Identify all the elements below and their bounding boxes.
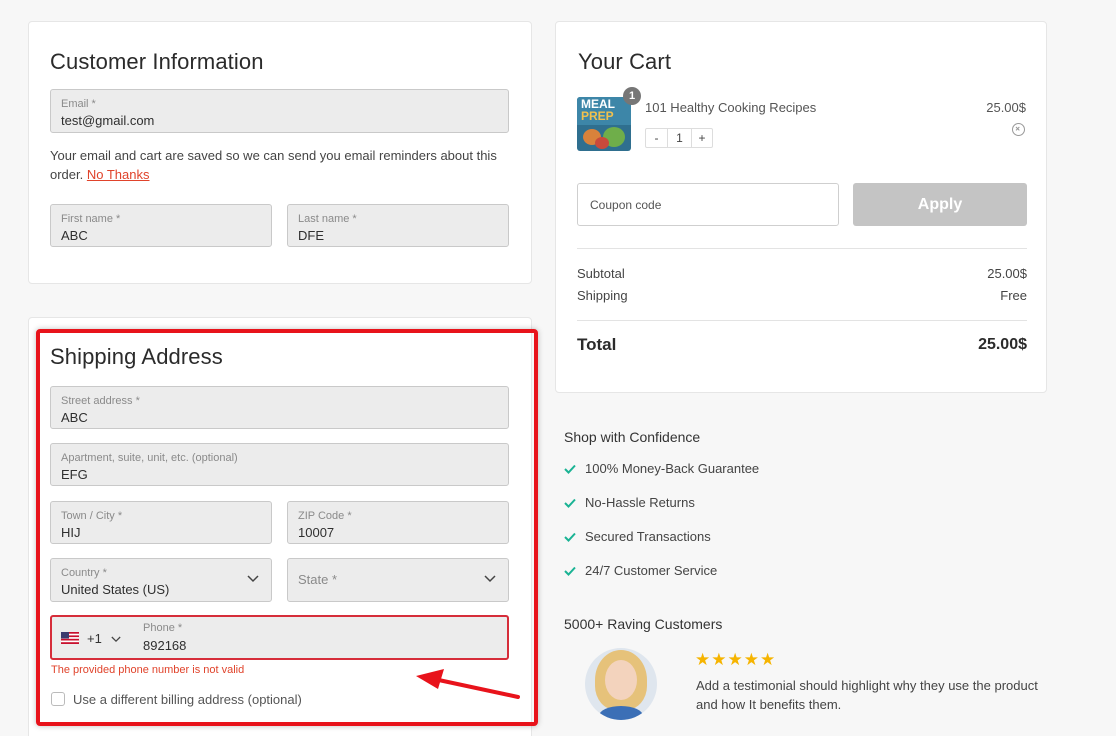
product-thumbnail: MEAL PREP [577, 97, 631, 151]
subtotal-label: Subtotal [577, 266, 625, 281]
last-name-field[interactable]: Last name * DFE [287, 204, 509, 247]
coupon-code-input[interactable]: Coupon code [577, 183, 839, 226]
last-name-label: Last name * [298, 213, 357, 225]
confidence-item: 24/7 Customer Service [585, 563, 718, 578]
remove-item-icon[interactable] [1012, 123, 1025, 136]
divider [577, 248, 1027, 249]
shipping-label: Shipping [577, 288, 628, 303]
email-reminder-note: Your email and cart are saved so we can … [50, 146, 510, 184]
quantity-value[interactable]: 1 [668, 129, 691, 147]
shipping-value: Free [1000, 288, 1027, 303]
email-label: Email * [61, 98, 96, 110]
confidence-item: No-Hassle Returns [585, 495, 695, 510]
testimonial-line: and how It benefits them. [696, 697, 842, 712]
red-arrow-annotation [416, 669, 520, 699]
confidence-item: Secured Transactions [585, 529, 711, 544]
apply-coupon-button[interactable]: Apply [853, 183, 1027, 226]
email-value: test@gmail.com [61, 113, 155, 128]
divider [577, 320, 1027, 321]
checkmark-icon [564, 532, 576, 542]
confidence-title: Shop with Confidence [564, 429, 701, 445]
first-name-field[interactable]: First name * ABC [50, 204, 272, 247]
no-thanks-link[interactable]: No Thanks [87, 167, 150, 182]
checkmark-icon [564, 566, 576, 576]
cart-item-price: 25.00$ [986, 100, 1026, 115]
quantity-stepper[interactable]: - 1 + [645, 128, 713, 148]
subtotal-value: 25.00$ [987, 266, 1027, 281]
first-name-value: ABC [61, 228, 88, 243]
rating-stars: ★★★★★ [695, 650, 777, 669]
quantity-decrease-button[interactable]: - [646, 129, 668, 147]
confidence-item: 100% Money-Back Guarantee [585, 461, 760, 476]
total-value: 25.00$ [978, 336, 1027, 353]
checkmark-icon [564, 464, 576, 474]
customer-information-title: Customer Information [50, 49, 264, 74]
reviews-title: 5000+ Raving Customers [564, 616, 723, 632]
cart-item-name: 101 Healthy Cooking Recipes [645, 100, 817, 115]
testimonial-text: Add a testimonial should highlight why t… [696, 676, 1046, 714]
cart-title: Your Cart [578, 49, 672, 74]
customer-avatar [585, 648, 657, 720]
testimonial-line: Add a testimonial should highlight why t… [696, 678, 1038, 693]
coupon-placeholder: Coupon code [590, 198, 662, 212]
cart-card: Your Cart MEAL PREP 1 101 Healthy Cookin… [555, 21, 1047, 393]
quantity-increase-button[interactable]: + [691, 129, 712, 147]
total-label: Total [577, 335, 617, 354]
first-name-label: First name * [61, 213, 121, 225]
checkmark-icon [564, 498, 576, 508]
last-name-value: DFE [298, 228, 324, 243]
email-field[interactable]: Email * test@gmail.com [50, 89, 509, 133]
quantity-badge: 1 [623, 87, 641, 105]
customer-information-card: Customer Information Email * test@gmail.… [28, 21, 532, 284]
